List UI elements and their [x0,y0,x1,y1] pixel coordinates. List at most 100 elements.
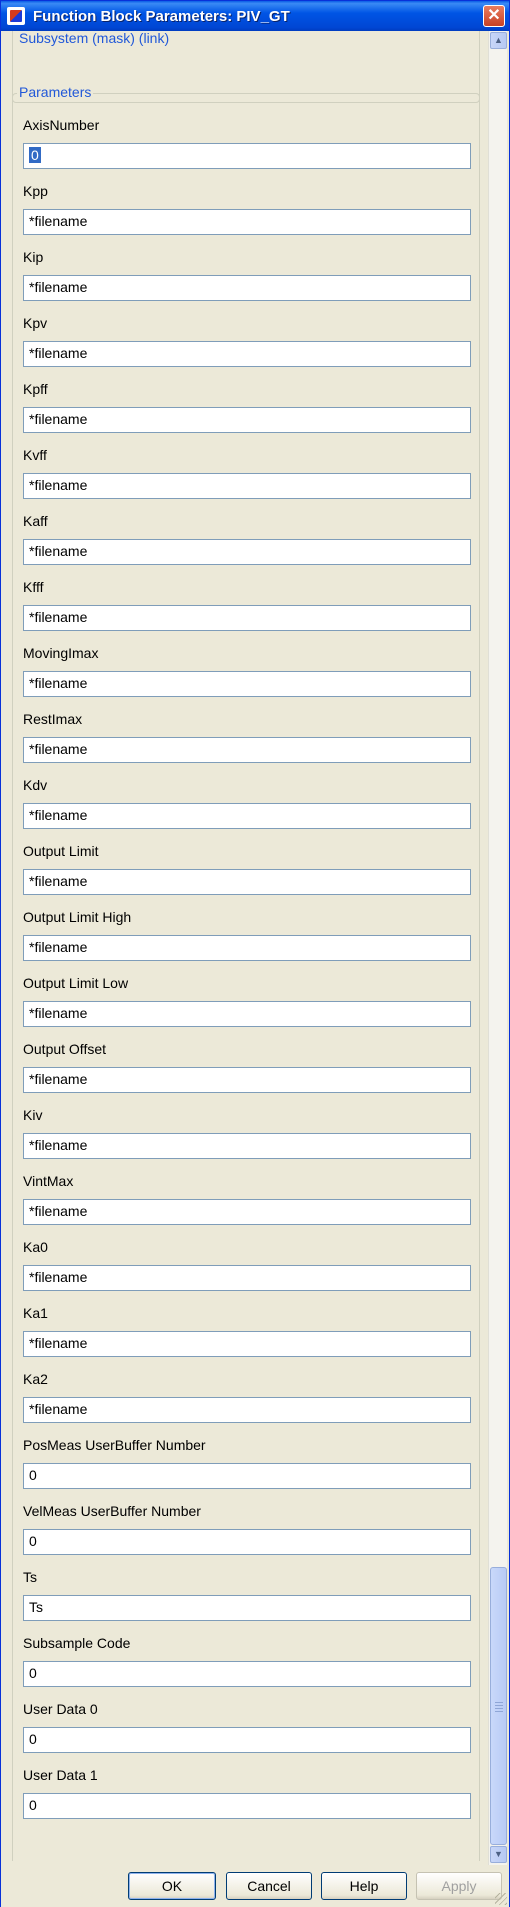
parameter-input[interactable]: *filename [23,1397,471,1423]
parameter-value: *filename [29,939,88,955]
parameter-input[interactable]: *filename [23,209,471,235]
parameter-value: *filename [29,477,88,493]
field-label: Kpv [23,315,48,331]
parameter-value: 0 [29,1533,37,1549]
title-bar[interactable]: Function Block Parameters: PIV_GT ✕ [1,1,509,31]
parameter-input[interactable]: *filename [23,1067,471,1093]
field-label: Kdv [23,777,48,793]
field-label: Output Limit [23,843,99,859]
parameter-value: *filename [29,873,88,889]
field-label: PosMeas UserBuffer Number [23,1437,206,1453]
scrollbar-thumb[interactable] [490,1567,507,1845]
field-label: Kpp [23,183,48,199]
field-label: Ka1 [23,1305,48,1321]
parameter-input[interactable]: *filename [23,671,471,697]
parameter-input[interactable]: 0 [23,1727,471,1753]
parameter-value: *filename [29,411,88,427]
parameter-input[interactable]: *filename [23,1001,471,1027]
parameter-value: *filename [29,1335,88,1351]
field-label: Kip [23,249,44,265]
parameter-input[interactable]: 0 [23,1661,471,1687]
parameter-input[interactable]: *filename [23,869,471,895]
grip-line [495,1711,503,1712]
parameter-input[interactable]: Ts [23,1595,471,1621]
parameter-value: *filename [29,213,88,229]
parameter-input[interactable]: 0 [23,1529,471,1555]
parameter-value: *filename [29,1005,88,1021]
parameter-input[interactable]: *filename [23,341,471,367]
help-button[interactable]: Help [321,1872,407,1900]
cancel-button[interactable]: Cancel [226,1872,312,1900]
parameter-value: *filename [29,1203,88,1219]
parameter-value: 0 [29,1467,37,1483]
dialog-window: Function Block Parameters: PIV_GT ✕ Subs… [0,0,510,1907]
window-title: Function Block Parameters: PIV_GT [33,7,290,25]
arrow-down-icon: ▼ [494,1849,503,1859]
ok-button[interactable]: OK [128,1872,216,1900]
parameter-value: 0 [29,147,41,163]
parameter-input[interactable]: *filename [23,539,471,565]
resize-grip-icon[interactable] [495,1893,507,1905]
grip-line [495,1708,503,1709]
field-label: Kvff [23,447,47,463]
field-label: AxisNumber [23,117,100,133]
subsystem-label[interactable]: Subsystem (mask) (link) [17,31,172,46]
parameter-input[interactable]: *filename [23,737,471,763]
parameter-value: *filename [29,279,88,295]
field-label: Ka0 [23,1239,48,1255]
parameter-input[interactable]: *filename [23,803,471,829]
parameter-value: *filename [29,1071,88,1087]
scroll-up-button[interactable]: ▲ [490,32,507,49]
parameters-scroll-area: Subsystem (mask) (link) Parameters AxisN… [5,31,485,1861]
parameter-input[interactable]: *filename [23,1331,471,1357]
close-icon: ✕ [487,7,501,24]
field-label: Ts [23,1569,37,1585]
parameter-value: *filename [29,1137,88,1153]
parameter-input[interactable]: *filename [23,1133,471,1159]
field-label: Output Offset [23,1041,107,1057]
parameter-input[interactable]: *filename [23,407,471,433]
field-label: Output Limit High [23,909,132,925]
field-label: User Data 0 [23,1701,98,1717]
field-label: Kiv [23,1107,43,1123]
parameter-value: 0 [29,1731,37,1747]
parameter-value: *filename [29,543,88,559]
parameter-input[interactable]: *filename [23,935,471,961]
parameter-value: 0 [29,1665,37,1681]
parameter-value: *filename [29,609,88,625]
parameters-label: Parameters [17,84,94,100]
field-label: VelMeas UserBuffer Number [23,1503,201,1519]
grip-line [495,1705,503,1706]
parameter-input[interactable]: *filename [23,473,471,499]
field-label: User Data 1 [23,1767,98,1783]
parameter-value: Ts [29,1599,43,1615]
simulink-app-icon [7,7,25,25]
field-label: Kpff [23,381,48,397]
parameter-input[interactable]: 0 [23,1463,471,1489]
parameter-value: *filename [29,1269,88,1285]
parameter-input[interactable]: 0 [23,1793,471,1819]
parameter-input[interactable]: *filename [23,275,471,301]
field-label: Subsample Code [23,1635,131,1651]
field-label: VintMax [23,1173,74,1189]
parameter-input[interactable]: *filename [23,605,471,631]
close-button[interactable]: ✕ [483,5,505,27]
parameter-value: 0 [29,1797,37,1813]
arrow-up-icon: ▲ [494,35,503,45]
parameter-input[interactable]: *filename [23,1265,471,1291]
scroll-down-button[interactable]: ▼ [490,1846,507,1863]
parameter-value: *filename [29,807,88,823]
button-bar: OK Cancel Help Apply [1,1865,509,1907]
parameter-value: *filename [29,1401,88,1417]
parameter-value: *filename [29,345,88,361]
field-label: RestImax [23,711,83,727]
vertical-scrollbar[interactable]: ▲ ▼ [488,31,507,1865]
apply-button[interactable]: Apply [416,1872,502,1900]
parameter-value: *filename [29,675,88,691]
parameter-value: *filename [29,741,88,757]
field-label: Kaff [23,513,48,529]
parameter-input[interactable]: 0 [23,143,471,169]
field-label: MovingImax [23,645,99,661]
field-label: Ka2 [23,1371,48,1387]
parameter-input[interactable]: *filename [23,1199,471,1225]
